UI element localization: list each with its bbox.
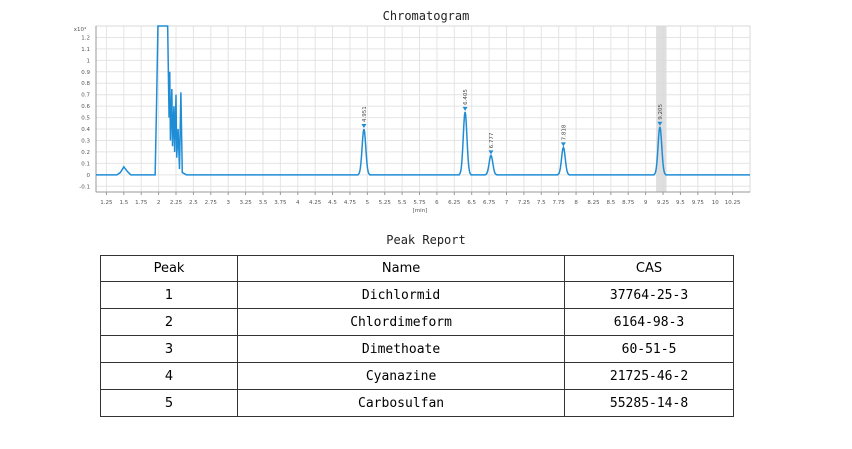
x-tick-label: 4.5 [328, 200, 337, 206]
cell-peak: 1 [99, 281, 239, 309]
cell-peak: 2 [99, 308, 239, 336]
y-tick-label: 0.9 [81, 70, 90, 76]
y-tick-label: 1.1 [81, 47, 90, 53]
table-row: 1 Dichlormid 37764-25-3 [99, 281, 734, 309]
x-tick-label: 7.25 [518, 200, 531, 206]
x-tick-label: 8.5 [606, 200, 615, 206]
y-tick-label: 0.2 [81, 150, 90, 156]
plot-area [95, 25, 751, 193]
header-peak: Peak [99, 255, 239, 282]
table-row: 5 Carbosulfan 55285-14-8 [99, 389, 734, 417]
cell-peak: 4 [99, 362, 239, 390]
header-cas: CAS [564, 255, 734, 282]
x-tick-label: 9.5 [676, 200, 685, 206]
x-tick-label: 1.5 [119, 200, 128, 206]
x-tick-label: 4.75 [344, 200, 357, 206]
chart-grid [95, 25, 751, 193]
cell-cas: 37764-25-3 [564, 281, 734, 309]
peak-rt-label: 6.405 [463, 89, 469, 105]
x-tick-label: 4.25 [309, 200, 322, 206]
x-tick-label: 5.5 [398, 200, 407, 206]
x-tick-label: 6.25 [448, 200, 461, 206]
y-tick-label: 0.8 [81, 81, 90, 87]
x-tick-label: 10 [712, 200, 719, 206]
x-tick-label: 7.5 [537, 200, 546, 206]
table-header-row: Peak Name CAS [99, 255, 734, 282]
x-tick-label: 4 [296, 200, 300, 206]
y-tick-label: 1.2 [81, 35, 90, 41]
x-tick-label: 2.5 [189, 200, 198, 206]
x-tick-label: 2 [157, 200, 161, 206]
cell-peak: 3 [99, 335, 239, 363]
report-title: Peak Report [386, 233, 466, 247]
x-tick-label: 8.25 [587, 200, 600, 206]
header-name: Name [237, 255, 566, 282]
x-tick-label: 3.25 [239, 200, 252, 206]
x-tick-label: 7.75 [553, 200, 566, 206]
x-tick-label: 9.75 [692, 200, 705, 206]
cell-cas: 55285-14-8 [564, 389, 734, 417]
cell-name: Dimethoate [237, 335, 566, 363]
x-tick-label: 6.75 [483, 200, 496, 206]
x-tick-label: 9.25 [657, 200, 670, 206]
x-tick-label: 5.25 [379, 200, 392, 206]
x-tick-label: 1.75 [135, 200, 148, 206]
y-tick-label: 1 [87, 58, 91, 64]
y-tick-label: 0.6 [81, 104, 90, 110]
cell-name: Chlordimeform [237, 308, 566, 336]
y-tick-label: 0.7 [81, 93, 90, 99]
x-tick-label: 6.5 [467, 200, 476, 206]
y-tick-label: 0 [87, 173, 91, 179]
cell-name: Carbosulfan [237, 389, 566, 417]
x-tick-label: 6 [435, 200, 439, 206]
y-tick-label: 0.1 [81, 161, 90, 167]
table-row: 2 Chlordimeform 6164-98-3 [99, 308, 734, 336]
peak-report-table: Peak Name CAS 1 Dichlormid 37764-25-3 2 … [99, 255, 734, 417]
x-tick-label: 8.75 [622, 200, 635, 206]
cell-peak: 5 [99, 389, 239, 417]
table-row: 4 Cyanazine 21725-46-2 [99, 362, 734, 390]
x-tick-label: 9 [644, 200, 648, 206]
x-tick-label: 5 [366, 200, 370, 206]
x-tick-label: 3.5 [259, 200, 268, 206]
y-tick-label: -0.1 [79, 184, 90, 190]
y-tick-label: 0.4 [81, 127, 90, 133]
x-tick-label: 7 [505, 200, 509, 206]
cell-name: Cyanazine [237, 362, 566, 390]
peak-rt-label: 9.205 [658, 103, 664, 119]
x-tick-label: 5.75 [413, 200, 426, 206]
cell-cas: 21725-46-2 [564, 362, 734, 390]
x-tick-label: 10.25 [725, 200, 741, 206]
x-tick-label: 2.75 [205, 200, 218, 206]
peak-rt-label: 6.777 [489, 132, 495, 148]
y-tick-label: 0.3 [81, 138, 90, 144]
chromatogram-chart: 4.9516.4056.7777.8189.205 1.25 1.5 1.75 2 2.… [74, 25, 751, 214]
peak-rt-label: 4.951 [362, 106, 368, 122]
cell-name: Dichlormid [237, 281, 566, 309]
x-tick-label: 2.25 [170, 200, 183, 206]
x-axis-label: [min] [413, 208, 428, 214]
table-row: 3 Dimethoate 60-51-5 [99, 335, 734, 363]
peak-rt-label: 7.818 [561, 124, 567, 140]
y-exponent-label: x10⁴ [74, 26, 87, 33]
x-tick-label: 8 [574, 200, 578, 206]
cell-cas: 6164-98-3 [564, 308, 734, 336]
x-tick-label: 3 [226, 200, 230, 206]
x-tick-label: 3.75 [274, 200, 287, 206]
x-tick-label: 1.25 [100, 200, 113, 206]
y-tick-label: 0.5 [81, 116, 90, 122]
cell-cas: 60-51-5 [564, 335, 734, 363]
